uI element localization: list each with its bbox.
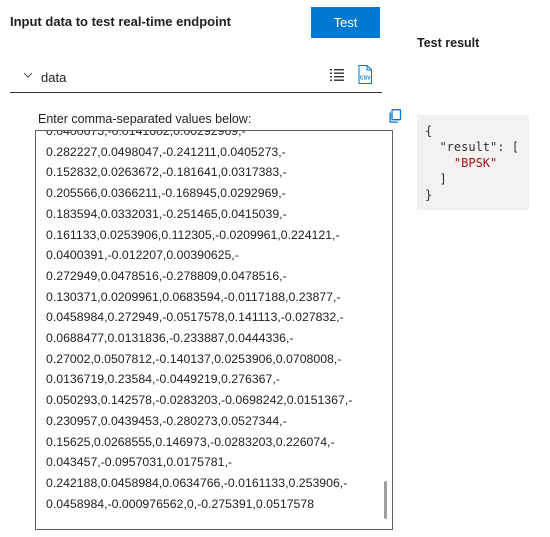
- values-line: 0.152832,0.0263672,-0.181641,0.0317383,-: [46, 165, 287, 180]
- values-line: 0.043457,-0.0957031,0.0175781,-: [46, 455, 232, 470]
- result-json: { "result": [ "BPSK" ] }: [425, 123, 519, 203]
- data-section-label: data: [41, 70, 67, 85]
- values-line: 0.0400391,-0.012207,0.00390625,-: [46, 248, 239, 263]
- values-line: 0.0400675,-0.0141602,0.00292969,-: [46, 130, 246, 138]
- values-line: 0.205566,0.0366211,-0.168945,0.0292969,-: [46, 186, 286, 201]
- json-key: "result": [439, 140, 498, 154]
- values-line: 0.050293,0.142578,-0.0283203,-0.0698242,…: [46, 393, 353, 408]
- values-line: 0.161133,0.0253906,0.112305,-0.0209961,0…: [46, 227, 340, 242]
- values-line: 0.0688477,0.0131836,-0.233887,0.0444336,…: [46, 331, 294, 346]
- values-line: 0.0136719,0.23584,-0.0449219,0.276367,-: [46, 372, 280, 387]
- json-close-brace: }: [425, 188, 433, 202]
- input-instructions: Enter comma-separated values below:: [38, 112, 252, 126]
- values-line: 0.282227,0.0498047,-0.241211,0.0405273,-: [46, 144, 286, 159]
- test-result-output: { "result": [ "BPSK" ] }: [417, 115, 529, 210]
- data-section-header[interactable]: data CSV: [10, 60, 382, 93]
- test-result-title: Test result: [417, 36, 480, 50]
- list-view-icon[interactable]: [330, 68, 344, 82]
- values-line: 0.130371,0.0209961,0.0683594,-0.0117188,…: [46, 289, 341, 304]
- values-line: 0.27002,0.0507812,-0.140137,0.0253906,0.…: [46, 351, 342, 366]
- json-array-close: ]: [439, 172, 447, 186]
- chevron-down-icon[interactable]: [22, 69, 34, 81]
- values-text: 0.0400675,-0.0141602,0.00292969,- 0.28222…: [46, 130, 381, 514]
- csv-file-icon[interactable]: CSV: [357, 65, 373, 84]
- values-textarea[interactable]: 0.0400675,-0.0141602,0.00292969,- 0.28222…: [35, 130, 393, 530]
- test-button[interactable]: Test: [311, 7, 380, 38]
- values-line: 0.0458984,-0.000976562,0,-0.275391,0.051…: [46, 496, 315, 511]
- svg-text:CSV: CSV: [360, 76, 371, 82]
- copy-icon[interactable]: [388, 109, 402, 123]
- scrollbar[interactable]: [382, 131, 390, 529]
- values-line: 0.15625,0.0268555,0.146973,-0.0283203,0.…: [46, 434, 335, 449]
- values-line: 0.0458984,0.272949,-0.0517578,0.141113,-…: [46, 310, 344, 325]
- page-title: Input data to test real-time endpoint: [10, 14, 232, 29]
- json-array-open: : [: [497, 140, 519, 154]
- values-line: 0.183594,0.0332031,-0.251465,0.0415039,-: [46, 206, 287, 221]
- scrollbar-thumb[interactable]: [384, 481, 387, 519]
- result-value: "BPSK": [453, 156, 498, 170]
- json-open-brace: {: [425, 124, 433, 138]
- endpoint-test-page: Input data to test real-time endpoint Te…: [0, 0, 550, 537]
- values-line: 0.242188,0.0458984,0.0634766,-0.0161133,…: [46, 475, 348, 490]
- values-line: 0.230957,0.0439453,-0.280273,0.0527344,-: [46, 413, 287, 428]
- values-line: 0.272949,0.0478516,-0.278809,0.0478516,-: [46, 268, 287, 283]
